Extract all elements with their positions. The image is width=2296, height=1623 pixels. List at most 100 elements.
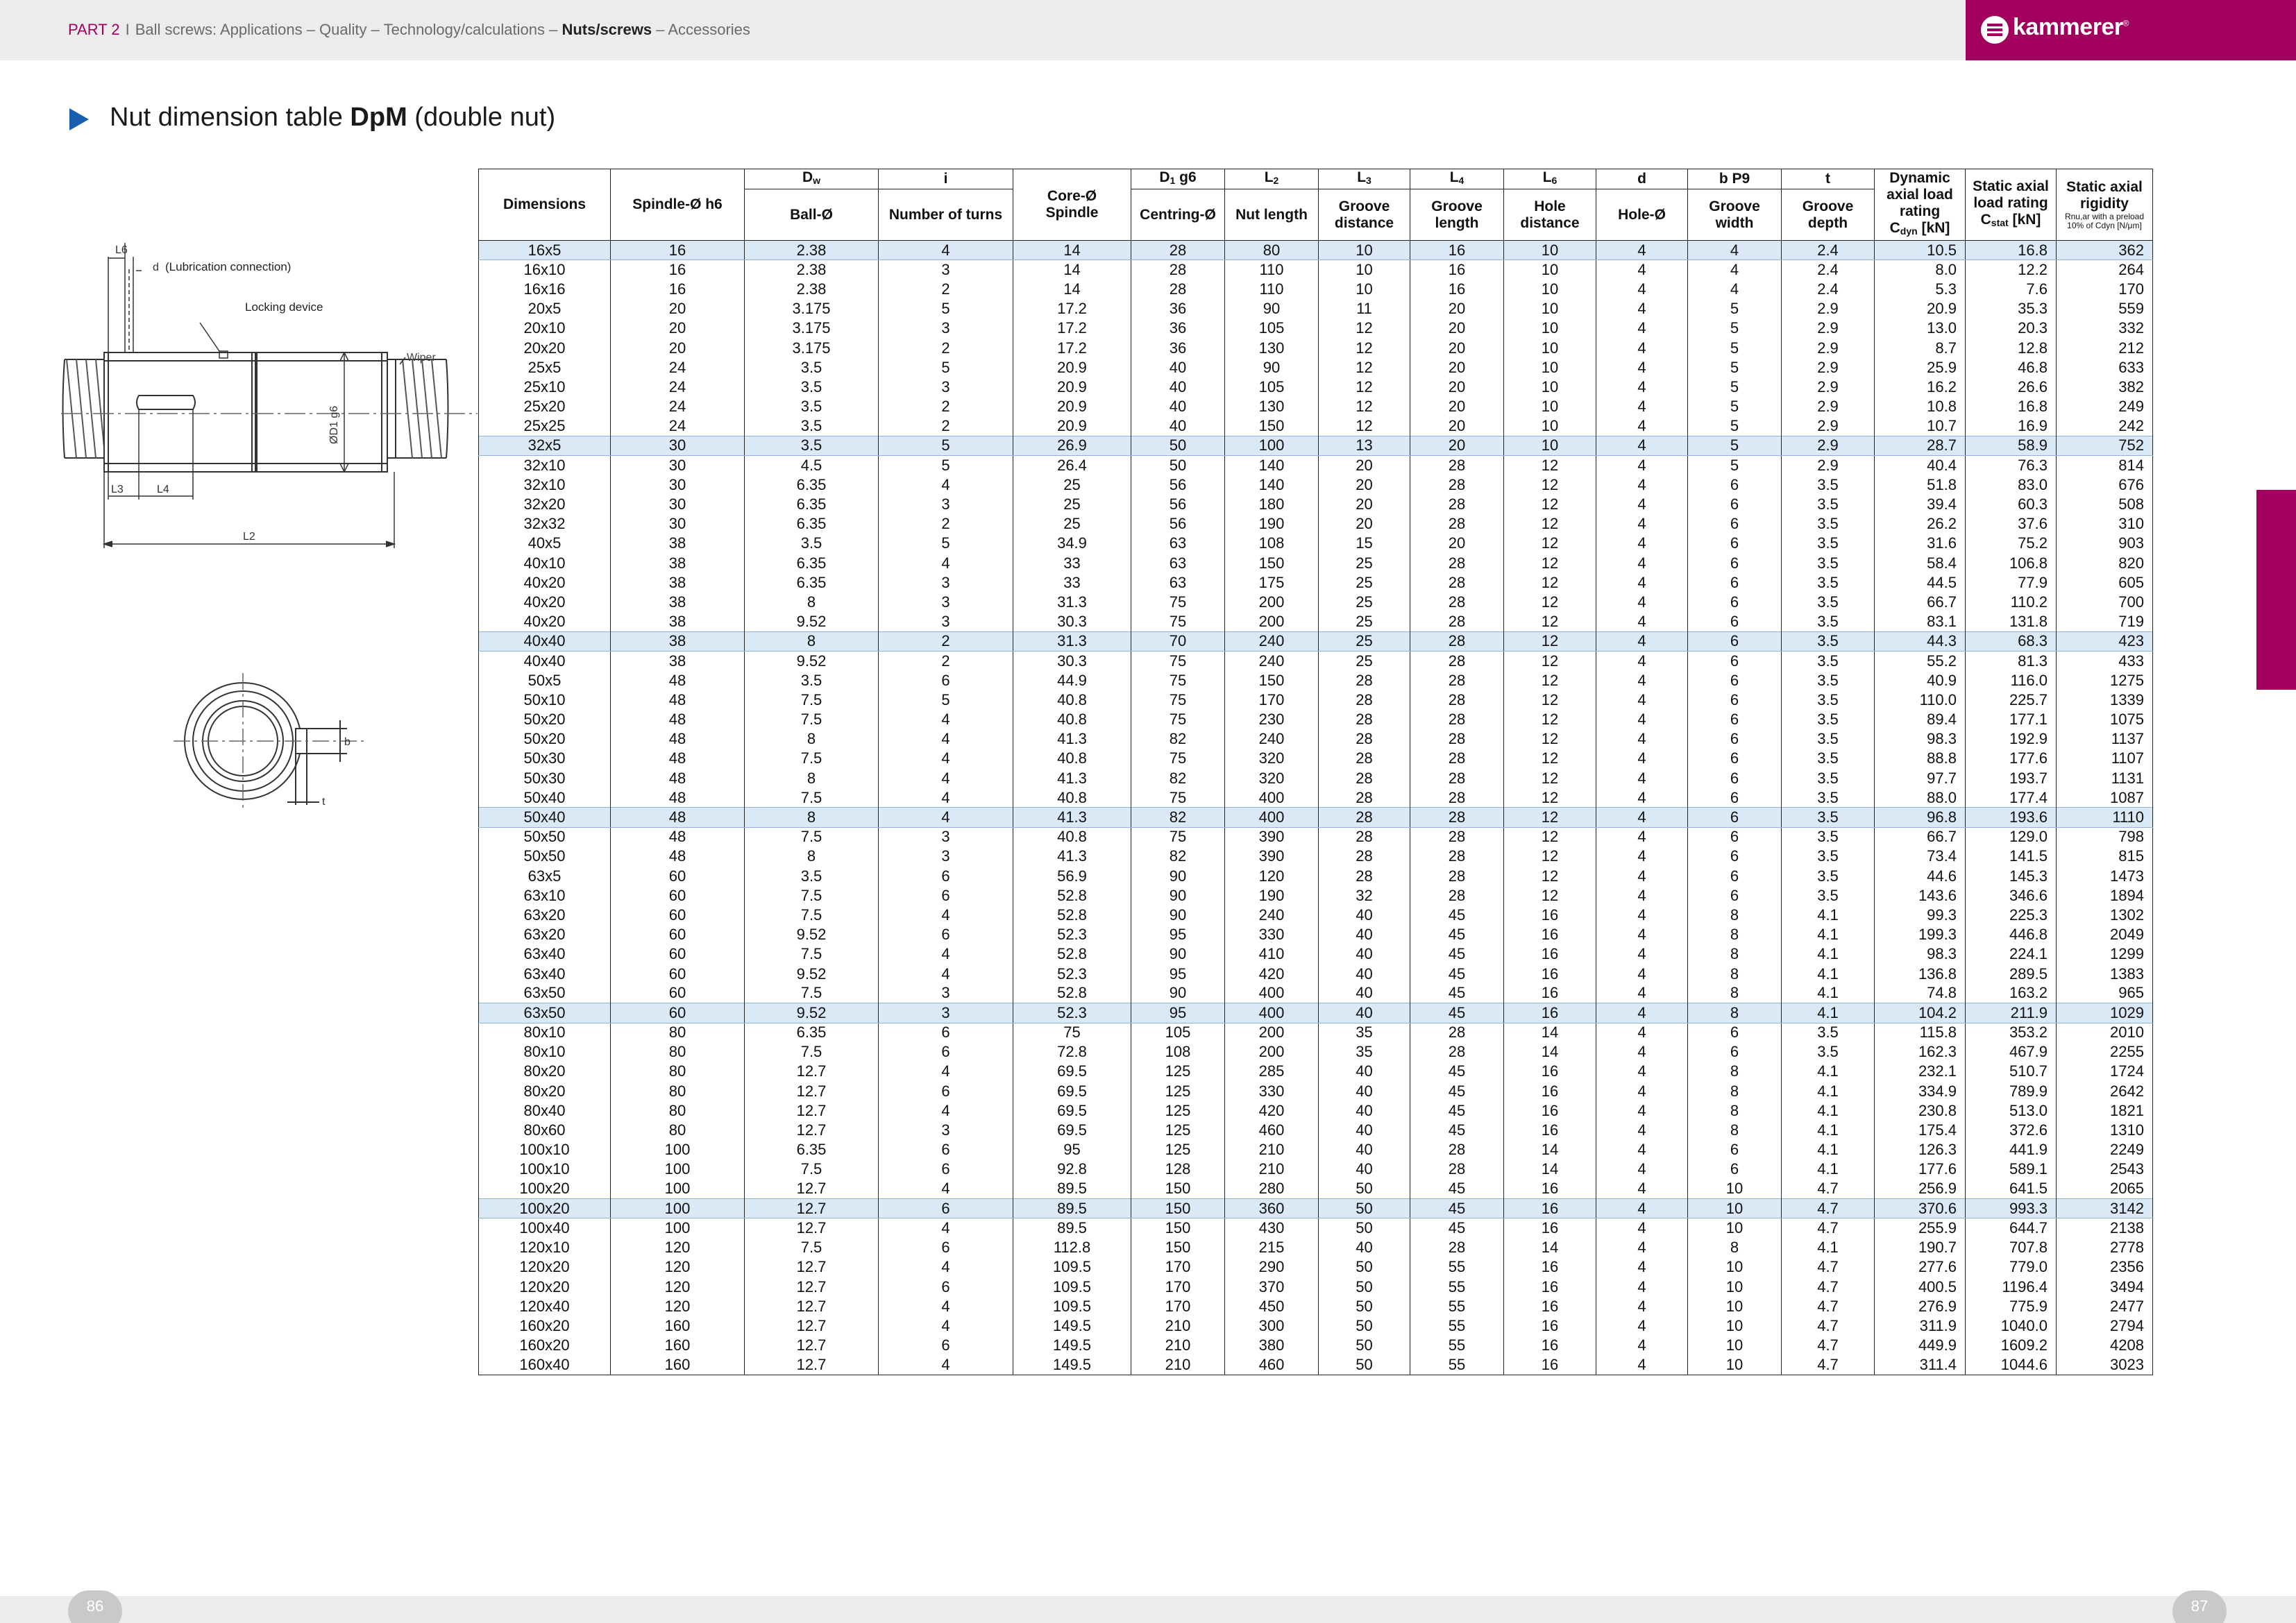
table-cell: 6	[1687, 807, 1782, 828]
table-row: 50x10 48 7.5 5 40.8 75 170 28 28 12 4 6 3.5 110.0 225.…	[478, 690, 2153, 710]
table-cell: 77.9	[1965, 572, 2057, 593]
table-cell: 16	[1503, 1316, 1596, 1336]
table-cell: 6	[878, 1023, 1013, 1043]
table-cell: 32x32	[478, 514, 611, 534]
table-cell: 993.3	[1965, 1198, 2057, 1219]
table-cell: 55	[1410, 1355, 1504, 1375]
table-cell: 80	[610, 1120, 745, 1141]
table-cell: 50x50	[478, 847, 611, 867]
table-cell: 3.5	[744, 416, 879, 436]
table-cell: 20	[1318, 494, 1410, 515]
table-cell: 40	[1131, 416, 1225, 436]
table-cell: 80	[610, 1081, 745, 1101]
table-cell: 16	[1410, 239, 1504, 261]
table-cell: 3.5	[1781, 572, 1875, 593]
table-cell: 4	[1596, 435, 1688, 457]
table-cell: 28	[1410, 729, 1504, 749]
table-cell: 149.5	[1013, 1336, 1131, 1356]
table-cell: 109.5	[1013, 1296, 1131, 1316]
table-row: 160x20 160 12.7 4 149.5 210 300 50 55 16 4 10 4.7 311…	[478, 1316, 2153, 1336]
table-cell: 30.3	[1013, 651, 1131, 671]
table-cell: 4	[1596, 1003, 1688, 1023]
table-cell: 20.9	[1874, 299, 1966, 319]
table-cell: 1110	[2056, 807, 2153, 828]
table-cell: 100	[610, 1218, 745, 1239]
table-cell: 63	[1131, 572, 1225, 593]
table-cell: 330	[1224, 925, 1319, 945]
table-row: 16x16 16 2.38 2 14 28 110 10 16 10 4 4 2.4 5.3 7.6 170	[478, 279, 2153, 300]
table-cell: 40	[1318, 944, 1410, 965]
table-cell: 1821	[2056, 1101, 2153, 1121]
table-cell: 4	[1596, 1355, 1688, 1375]
table-row: 25x20 24 3.5 2 20.9 40 130 12 20 10 4 5 2.9 10.8 16.8 2…	[478, 397, 2153, 417]
table-cell: 2010	[2056, 1023, 2153, 1043]
breadcrumb-sections[interactable]: Ball screws: Applications – Quality – Te…	[135, 21, 558, 38]
table-cell: 88.8	[1874, 749, 1966, 769]
table-cell: 89.4	[1874, 710, 1966, 730]
table-cell: 160x20	[478, 1336, 611, 1356]
table-cell: 39.4	[1874, 494, 1966, 515]
table-cell: 130	[1224, 338, 1319, 358]
table-cell: 75	[1131, 651, 1225, 671]
table-cell: 10	[1503, 377, 1596, 397]
table-cell: 80x20	[478, 1081, 611, 1101]
table-cell: 28	[1410, 494, 1504, 515]
table-cell: 12.7	[744, 1355, 879, 1375]
table-cell: 285	[1224, 1062, 1319, 1082]
table-cell: 40.8	[1013, 749, 1131, 769]
breadcrumb-part[interactable]: PART 2	[68, 21, 120, 38]
table-cell: 3.5	[1781, 885, 1875, 906]
table-cell: 12	[1503, 807, 1596, 828]
table-cell: 14	[1013, 239, 1131, 261]
table-cell: 66.7	[1874, 827, 1966, 847]
table-cell: 264	[2056, 260, 2153, 280]
table-cell: 120	[610, 1277, 745, 1297]
table-cell: 25	[1318, 572, 1410, 593]
table-cell: 100x10	[478, 1140, 611, 1160]
table-cell: 25	[1318, 553, 1410, 573]
table-cell: 4	[878, 710, 1013, 730]
table-cell: 6	[878, 670, 1013, 690]
table-cell: 3	[878, 612, 1013, 632]
table-cell: 112.8	[1013, 1238, 1131, 1258]
table-cell: 3.175	[744, 299, 879, 319]
table-cell: 150	[1224, 416, 1319, 436]
table-cell: 6	[1687, 651, 1782, 671]
table-cell: 28	[1131, 279, 1225, 300]
table-cell: 128	[1131, 1159, 1225, 1180]
table-cell: 2.4	[1781, 260, 1875, 280]
table-cell: 170	[1131, 1257, 1225, 1277]
breadcrumb-accessories[interactable]: – Accessories	[656, 21, 750, 38]
table-cell: 1137	[2056, 729, 2153, 749]
table-cell: 3.5	[1781, 1042, 1875, 1062]
table-cell: 60	[610, 964, 745, 984]
table-cell: 190	[1224, 885, 1319, 906]
table-cell: 56	[1131, 494, 1225, 515]
table-cell: 4	[1596, 1062, 1688, 1082]
table-cell: 141.5	[1965, 847, 2057, 867]
table-cell: 2.9	[1781, 318, 1875, 339]
table-cell: 8	[744, 768, 879, 788]
table-cell: 12	[1503, 788, 1596, 808]
page-number-left: 86	[68, 1590, 122, 1623]
table-cell: 589.1	[1965, 1159, 2057, 1180]
table-cell: 149.5	[1013, 1316, 1131, 1336]
table-cell: 12.7	[744, 1257, 879, 1277]
label-t: t	[322, 796, 326, 808]
table-cell: 120	[610, 1238, 745, 1258]
table-cell: 4	[878, 553, 1013, 573]
table-cell: 120	[610, 1257, 745, 1277]
table-cell: 193.7	[1965, 768, 2057, 788]
table-cell: 8	[1687, 944, 1782, 965]
table-cell: 145.3	[1965, 866, 2057, 886]
table-cell: 28	[1410, 651, 1504, 671]
table-cell: 50x30	[478, 749, 611, 769]
table-cell: 1299	[2056, 944, 2153, 965]
table-cell: 8.0	[1874, 260, 1966, 280]
table-cell: 28	[1410, 710, 1504, 730]
table-cell: 2	[878, 338, 1013, 358]
table-cell: 10.7	[1874, 416, 1966, 436]
table-cell: 320	[1224, 768, 1319, 788]
table-cell: 508	[2056, 494, 2153, 515]
table-cell: 6	[1687, 494, 1782, 515]
